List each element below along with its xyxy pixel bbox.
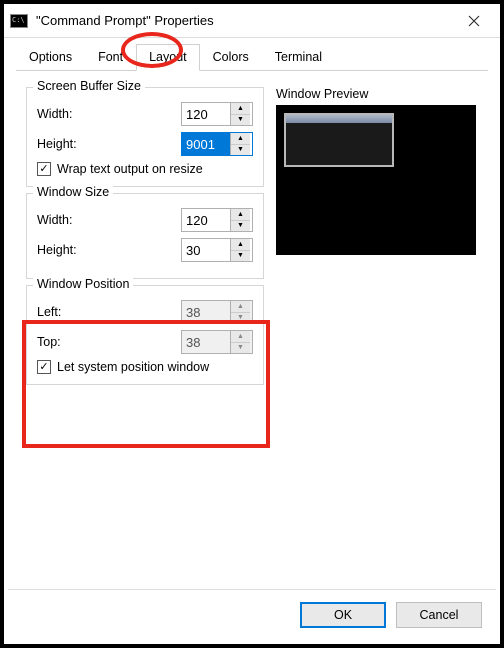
spin-up-icon[interactable]: ▲ (231, 209, 250, 221)
group-title-screen-buffer: Screen Buffer Size (33, 79, 145, 93)
input-buffer-height[interactable] (182, 133, 230, 155)
label-pos-top: Top: (37, 335, 61, 349)
label-preview: Window Preview (276, 87, 478, 101)
close-icon (468, 15, 480, 27)
group-screen-buffer: Screen Buffer Size Width: ▲ ▼ Height: (26, 87, 264, 187)
tab-terminal[interactable]: Terminal (262, 44, 335, 71)
label-buffer-width: Width: (37, 107, 72, 121)
preview-window-icon (284, 113, 394, 167)
spin-down-icon[interactable]: ▼ (231, 115, 250, 126)
input-pos-top (182, 331, 230, 353)
label-win-width: Width: (37, 213, 72, 227)
label-let-system: Let system position window (57, 360, 209, 374)
checkbox-let-system[interactable]: ✓ (37, 360, 51, 374)
spin-down-icon: ▼ (231, 343, 250, 354)
right-column: Window Preview (276, 87, 478, 391)
spin-buttons: ▲ ▼ (230, 239, 250, 261)
spin-up-icon[interactable]: ▲ (231, 239, 250, 251)
row-pos-left: Left: ▲ ▼ (37, 300, 253, 324)
close-button[interactable] (454, 6, 494, 36)
row-wrap-text[interactable]: ✓ Wrap text output on resize (37, 162, 253, 176)
tab-layout[interactable]: Layout (136, 44, 200, 71)
dialog-footer: OK Cancel (8, 589, 496, 640)
input-pos-left (182, 301, 230, 323)
spin-buttons: ▲ ▼ (230, 331, 250, 353)
group-title-window-position: Window Position (33, 277, 133, 291)
titlebar: "Command Prompt" Properties (4, 4, 500, 38)
cancel-button[interactable]: Cancel (396, 602, 482, 628)
spin-buttons: ▲ ▼ (230, 209, 250, 231)
checkbox-wrap[interactable]: ✓ (37, 162, 51, 176)
spin-down-icon: ▼ (231, 313, 250, 324)
tab-colors[interactable]: Colors (200, 44, 262, 71)
label-buffer-height: Height: (37, 137, 77, 151)
spin-buffer-height[interactable]: ▲ ▼ (181, 132, 253, 156)
tab-content: Screen Buffer Size Width: ▲ ▼ Height: (4, 71, 500, 407)
spin-buttons: ▲ ▼ (230, 103, 250, 125)
input-win-width[interactable] (182, 209, 230, 231)
row-win-height: Height: ▲ ▼ (37, 238, 253, 262)
cmd-icon (10, 14, 28, 28)
input-win-height[interactable] (182, 239, 230, 261)
spin-up-icon[interactable]: ▲ (231, 103, 250, 115)
spin-down-icon[interactable]: ▼ (231, 145, 250, 156)
label-wrap-text: Wrap text output on resize (57, 162, 203, 176)
spin-buttons: ▲ ▼ (230, 133, 250, 155)
tab-underline (16, 70, 488, 71)
window-preview (276, 105, 476, 255)
spin-buttons: ▲ ▼ (230, 301, 250, 323)
window-title: "Command Prompt" Properties (36, 13, 454, 28)
spin-up-icon[interactable]: ▲ (231, 133, 250, 145)
input-buffer-width[interactable] (182, 103, 230, 125)
spin-win-height[interactable]: ▲ ▼ (181, 238, 253, 262)
dialog-window: "Command Prompt" Properties Options Font… (0, 0, 504, 648)
spin-win-width[interactable]: ▲ ▼ (181, 208, 253, 232)
spin-pos-left: ▲ ▼ (181, 300, 253, 324)
spin-pos-top: ▲ ▼ (181, 330, 253, 354)
group-title-window-size: Window Size (33, 185, 113, 199)
row-pos-top: Top: ▲ ▼ (37, 330, 253, 354)
row-let-system[interactable]: ✓ Let system position window (37, 360, 253, 374)
tab-strip: Options Font Layout Colors Terminal (4, 38, 500, 71)
spin-down-icon[interactable]: ▼ (231, 251, 250, 262)
label-win-height: Height: (37, 243, 77, 257)
row-win-width: Width: ▲ ▼ (37, 208, 253, 232)
group-window-size: Window Size Width: ▲ ▼ Height: (26, 193, 264, 279)
tab-font[interactable]: Font (85, 44, 136, 71)
spin-up-icon: ▲ (231, 301, 250, 313)
spin-buffer-width[interactable]: ▲ ▼ (181, 102, 253, 126)
tab-options[interactable]: Options (16, 44, 85, 71)
spin-down-icon[interactable]: ▼ (231, 221, 250, 232)
spin-up-icon: ▲ (231, 331, 250, 343)
left-column: Screen Buffer Size Width: ▲ ▼ Height: (26, 87, 264, 391)
label-pos-left: Left: (37, 305, 61, 319)
row-buffer-height: Height: ▲ ▼ (37, 132, 253, 156)
ok-button[interactable]: OK (300, 602, 386, 628)
group-window-position: Window Position Left: ▲ ▼ Top: (26, 285, 264, 385)
row-buffer-width: Width: ▲ ▼ (37, 102, 253, 126)
